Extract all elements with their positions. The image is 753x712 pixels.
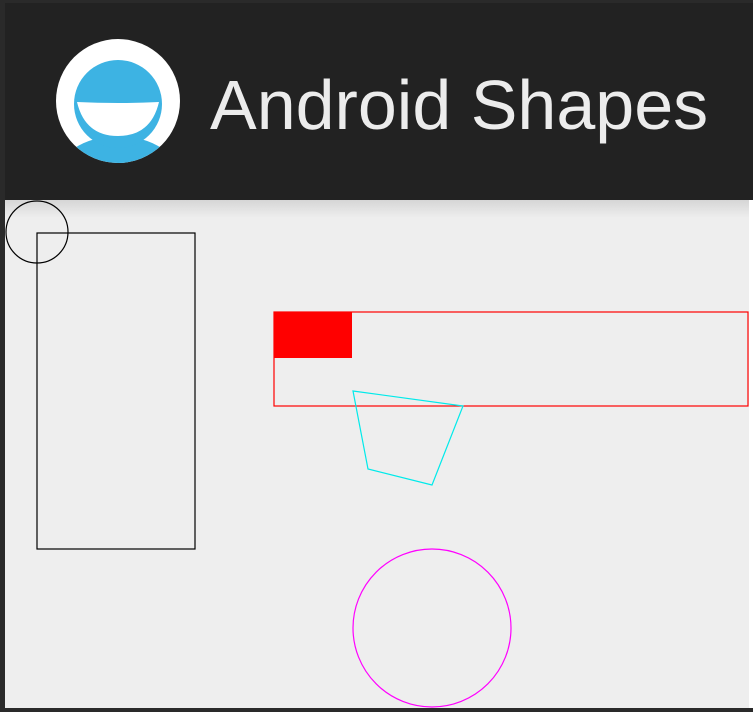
black-rectangle [36,232,196,550]
app-title: Android Shapes [210,66,709,144]
action-bar: Android Shapes [5,3,753,200]
red-filled-square [274,312,352,358]
cyan-quadrilateral [352,390,464,486]
screen: Android Shapes [0,0,753,712]
app-avatar-icon[interactable] [55,38,181,164]
magenta-circle [352,548,512,708]
drawing-canvas[interactable] [5,200,749,708]
shapes-svg [5,200,749,708]
